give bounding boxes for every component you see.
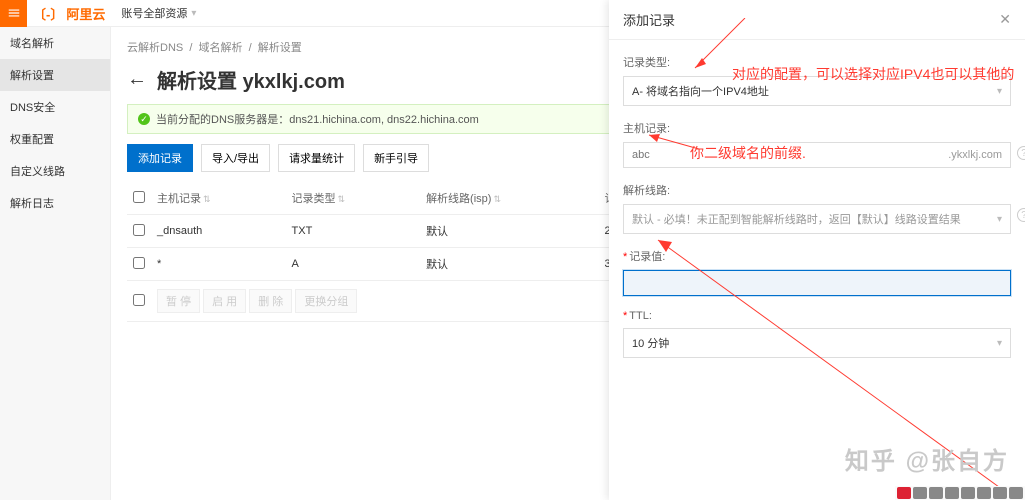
- chevron-down-icon: ▾: [191, 8, 196, 19]
- crumb-b[interactable]: 域名解析: [199, 42, 243, 54]
- sort-icon[interactable]: ⇅: [203, 194, 211, 204]
- enable-button[interactable]: 启 用: [203, 289, 246, 313]
- menu-button[interactable]: [0, 0, 27, 27]
- host-record-input-wrap: .ykxlkj.com: [623, 142, 1011, 168]
- close-icon[interactable]: ✕: [999, 11, 1011, 28]
- add-record-drawer: 添加记录 ✕ 记录类型: A- 将域名指向一个IPV4地址 ▾ 主机记录: .y…: [609, 0, 1025, 500]
- sidebar-item-4[interactable]: 自定义线路: [0, 155, 110, 187]
- logo-text: 阿里云: [66, 4, 105, 23]
- line-select[interactable]: 默认 - 必填！未正配到智能解析线路时，返回【默认】线路设置结果 ▾: [623, 204, 1011, 234]
- back-arrow-icon[interactable]: ←: [127, 68, 147, 91]
- field-ttl: *TTL: 10 分钟 ▾: [623, 310, 1011, 358]
- record-value-input[interactable]: [624, 271, 1010, 295]
- crumb-c: 解析设置: [258, 42, 302, 54]
- footer-checkbox[interactable]: [133, 294, 145, 306]
- sidebar: 域名解析 解析设置 DNS安全 权重配置 自定义线路 解析日志: [0, 27, 111, 500]
- sidebar-item-1[interactable]: 解析设置: [0, 59, 110, 91]
- sidebar-item-5[interactable]: 解析日志: [0, 187, 110, 219]
- account-selector[interactable]: 账号全部资源 ▾: [121, 5, 196, 21]
- host-record-input[interactable]: [624, 143, 940, 167]
- sort-icon[interactable]: ⇅: [338, 194, 346, 204]
- sidebar-item-3[interactable]: 权重配置: [0, 123, 110, 155]
- sort-icon[interactable]: ⇅: [493, 194, 501, 204]
- hamburger-icon: [7, 6, 21, 20]
- field-host-record: 主机记录: .ykxlkj.com ?: [623, 120, 1011, 168]
- sidebar-item-2[interactable]: DNS安全: [0, 91, 110, 123]
- ime-toolbar[interactable]: [895, 486, 1025, 500]
- pause-button[interactable]: 暂 停: [157, 289, 200, 313]
- chevron-down-icon: ▾: [997, 338, 1002, 349]
- select-all-checkbox[interactable]: [133, 191, 145, 203]
- ttl-select[interactable]: 10 分钟 ▾: [623, 328, 1011, 358]
- record-value-input-wrap: [623, 270, 1011, 296]
- group-button[interactable]: 更换分组: [295, 289, 357, 313]
- check-circle-icon: ✓: [138, 113, 150, 125]
- logo-brackets: 〔-〕: [33, 4, 63, 23]
- host-suffix: .ykxlkj.com: [940, 149, 1010, 161]
- guide-button[interactable]: 新手引导: [363, 144, 429, 172]
- help-icon[interactable]: ?: [1017, 146, 1025, 160]
- chevron-down-icon: ▾: [997, 86, 1002, 97]
- field-record-type: 记录类型: A- 将域名指向一个IPV4地址 ▾: [623, 54, 1011, 106]
- row-checkbox[interactable]: [133, 224, 145, 236]
- sidebar-item-0[interactable]: 域名解析: [0, 27, 110, 59]
- field-line: 解析线路: 默认 - 必填！未正配到智能解析线路时，返回【默认】线路设置结果 ▾…: [623, 182, 1011, 234]
- record-type-select[interactable]: A- 将域名指向一个IPV4地址 ▾: [623, 76, 1011, 106]
- drawer-title: 添加记录: [623, 10, 675, 29]
- help-icon[interactable]: ?: [1017, 208, 1025, 222]
- chevron-down-icon: ▾: [997, 214, 1002, 225]
- logo: 〔-〕阿里云: [27, 0, 111, 27]
- stats-button[interactable]: 请求量统计: [278, 144, 355, 172]
- field-record-value: *记录值:: [623, 248, 1011, 296]
- page-title: 解析设置 ykxlkj.com: [157, 65, 345, 94]
- crumb-a[interactable]: 云解析DNS: [127, 42, 183, 54]
- import-export-button[interactable]: 导入/导出: [201, 144, 270, 172]
- add-record-button[interactable]: 添加记录: [127, 144, 193, 172]
- delete-button[interactable]: 删 除: [249, 289, 292, 313]
- row-checkbox[interactable]: [133, 257, 145, 269]
